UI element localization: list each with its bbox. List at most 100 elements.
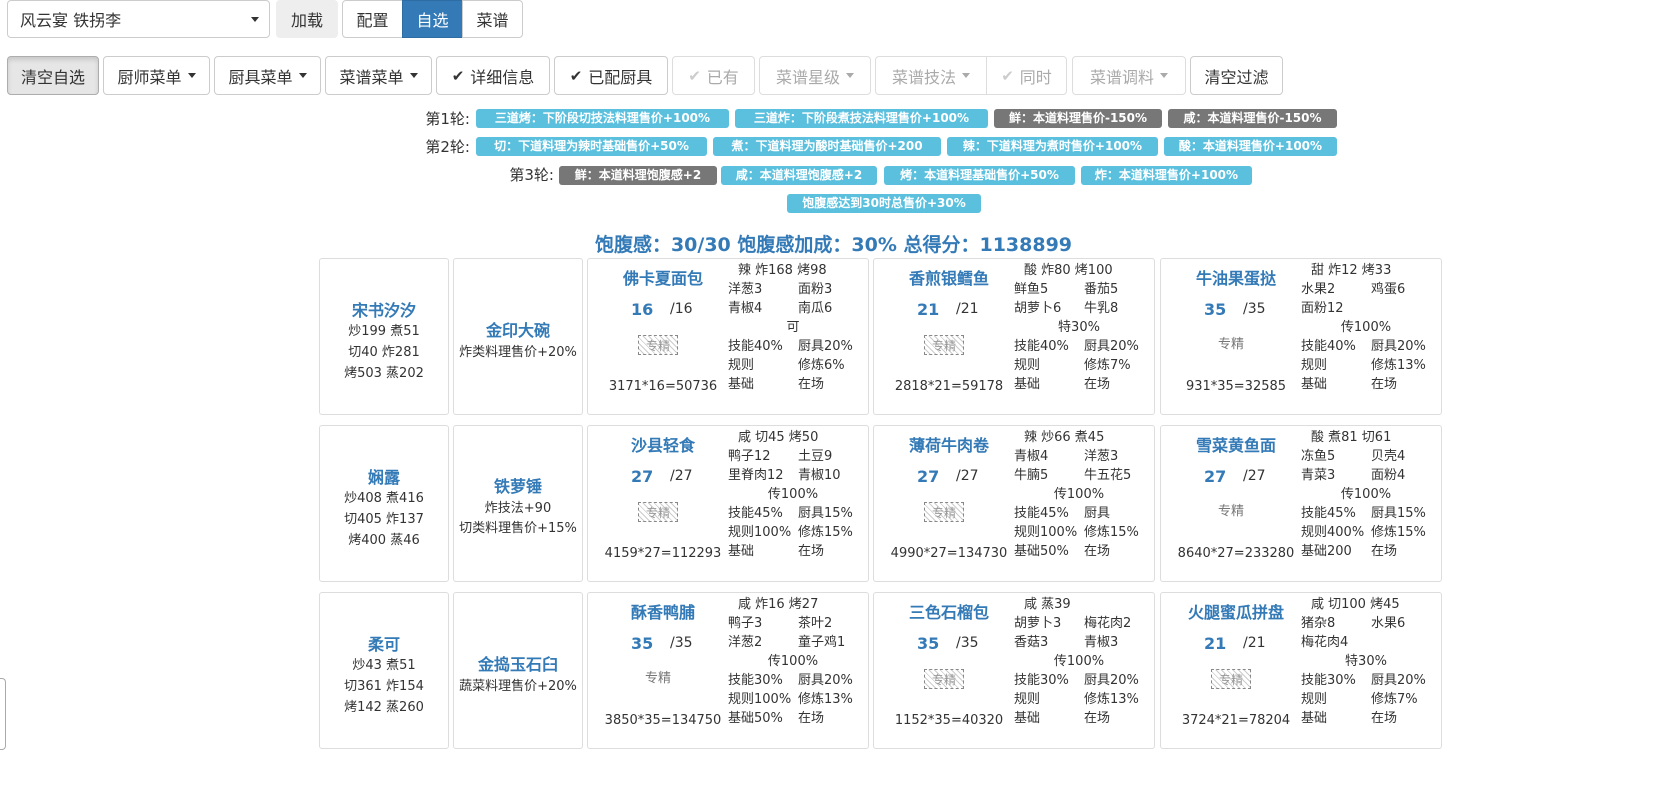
recipe-card[interactable]: 雪菜黄鱼面 27/27 专精 8640*27=233280 酸 煮81 切61 冻鱼5 贝壳…	[1160, 425, 1442, 582]
chef-card[interactable]: 柔可 炒43 煮51 切361 炸154 烤142 蒸260	[319, 592, 449, 749]
tab-selected[interactable]: 自选	[402, 0, 463, 38]
recipe-score-formula: 3171*16=50736	[608, 379, 718, 394]
recipe-specialty-badge: 专精	[924, 669, 964, 689]
recipe-score-formula: 8640*27=233280	[1177, 546, 1295, 561]
chef-name[interactable]: 宋书汐汐	[320, 297, 448, 321]
recipe-max-quantity: /27	[670, 468, 693, 484]
recipe-quantity[interactable]: 27	[1204, 467, 1226, 486]
recipe-stat: 在场	[798, 711, 825, 726]
recipe-name[interactable]: 沙县轻食	[598, 432, 728, 456]
recipe-name[interactable]: 酥香鸭脯	[598, 599, 728, 623]
equip-menu-button[interactable]: 厨具菜单	[214, 56, 321, 95]
recipe-quantity[interactable]: 27	[917, 467, 939, 486]
recipe-stat: 基础	[1301, 711, 1328, 726]
recipe-card[interactable]: 佛卡夏面包 16/16 专精 3171*16=50736 辣 炸168 烤98 洋葱3 面粉…	[587, 258, 869, 415]
clear-selected-label: 清空自选	[20, 67, 85, 87]
recipe-stat: 在场	[798, 544, 825, 559]
chef-name[interactable]: 柔可	[320, 631, 448, 655]
recipe-rank-bonus: 传100%	[1053, 487, 1105, 502]
equip-card[interactable]: 金印大碗 炸类料理售价+20%	[453, 258, 583, 415]
recipe-quantity[interactable]: 35	[631, 634, 653, 653]
equip-name[interactable]: 铁萝锤	[454, 473, 582, 497]
recipe-stat: 规则	[728, 358, 755, 373]
recipe-card[interactable]: 香煎银鳕鱼 21/21 专精 2818*21=59178 酸 炸80 烤100 鲜鱼5 番茄…	[873, 258, 1155, 415]
recipe-condiment-filter[interactable]: 菜谱调料	[1072, 56, 1186, 95]
chef-menu-button[interactable]: 厨师菜单	[103, 56, 210, 95]
chef-skill-line: 炒43 煮51	[352, 658, 416, 673]
owned-toggle[interactable]: ✔ 已有	[672, 56, 755, 95]
recipe-name[interactable]: 雪菜黄鱼面	[1171, 432, 1301, 456]
recipe-quantity[interactable]: 35	[917, 634, 939, 653]
tab-config[interactable]: 配置	[342, 0, 403, 38]
chevron-down-icon	[846, 73, 854, 78]
recipe-card[interactable]: 牛油果蛋挞 35/35 专精 931*35=32585 甜 炸12 烤33 水果2 鸡蛋6 面…	[1160, 258, 1442, 415]
recipe-card[interactable]: 薄荷牛肉卷 27/27 专精 4990*27=134730 辣 炒66 煮45 青椒4 洋葱…	[873, 425, 1155, 582]
recipe-max-quantity: /21	[956, 301, 979, 317]
same-time-toggle[interactable]: ✔ 同时	[986, 56, 1067, 95]
recipe-name[interactable]: 薄荷牛肉卷	[884, 432, 1014, 456]
recipe-flavor-skills: 咸 切45 烤50	[738, 430, 819, 445]
recipe-rank-bonus: 传100%	[767, 487, 819, 502]
recipe-card[interactable]: 火腿蜜瓜拼盘 21/21 专精 3724*21=78204 咸 切100 烤45 猪杂8 水…	[1160, 592, 1442, 749]
recipe-name[interactable]: 牛油果蛋挞	[1171, 265, 1301, 289]
recipe-quantity[interactable]: 21	[917, 300, 939, 319]
recipe-card[interactable]: 三色石榴包 35/35 专精 1152*35=40320 咸 蒸39 胡萝卜3 梅花肉2 香菇…	[873, 592, 1155, 749]
rule-select[interactable]: 风云宴 铁拐李	[7, 0, 270, 38]
scrollbar[interactable]	[0, 678, 6, 750]
equip-name[interactable]: 金印大碗	[454, 317, 582, 341]
recipe-stat: 厨具20%	[798, 673, 853, 688]
recipe-quantity[interactable]: 35	[1204, 300, 1226, 319]
details-toggle[interactable]: ✔ 详细信息	[436, 56, 550, 95]
recipe-menu-button[interactable]: 菜谱菜单	[325, 56, 432, 95]
clear-filter-button[interactable]: 清空过滤	[1190, 56, 1283, 95]
recipe-stat: 厨具20%	[1084, 339, 1139, 354]
recipe-quantity[interactable]: 27	[631, 467, 653, 486]
recipe-skill-filter[interactable]: 菜谱技法	[875, 56, 987, 95]
equip-card[interactable]: 金捣玉石臼蔬菜料理售价+20%	[453, 592, 583, 749]
clear-selected-button[interactable]: 清空自选	[7, 56, 99, 95]
recipe-card[interactable]: 沙县轻食 27/27 专精 4159*27=112293 咸 切45 烤50 鸭子12 土豆…	[587, 425, 869, 582]
chef-card[interactable]: 宋书汐汐 炒199 煮51 切40 炸281 烤503 蒸202	[319, 258, 449, 415]
check-icon: ✔	[1001, 66, 1014, 85]
recipe-stat: 修炼15%	[1371, 525, 1426, 540]
recipe-specialty-badge: 专精	[924, 502, 964, 522]
recipe-name[interactable]: 香煎银鳕鱼	[884, 265, 1014, 289]
recipe-name[interactable]: 三色石榴包	[884, 599, 1014, 623]
equipped-toggle[interactable]: ✔ 已配厨具	[554, 56, 668, 95]
recipe-max-quantity: /21	[1243, 635, 1266, 651]
tab-recipes[interactable]: 菜谱	[462, 0, 523, 38]
equip-effect-line: 蔬菜料理售价+20%	[459, 679, 577, 694]
recipe-ingredient: 洋葱2	[728, 635, 763, 650]
recipe-stat: 规则100%	[728, 525, 792, 540]
recipe-ingredient: 牛五花5	[1084, 468, 1132, 483]
recipe-flavor-skills: 辣 炒66 煮45	[1024, 430, 1105, 445]
recipe-stat: 厨具15%	[798, 506, 853, 521]
recipe-ingredient: 茶叶2	[798, 616, 833, 631]
round-1-tag: 鲜：本道料理售价-150%	[994, 109, 1162, 128]
round-2-tag: 切：下道料理为辣时基础售价+50%	[476, 137, 707, 156]
recipe-stat: 厨具20%	[798, 339, 853, 354]
recipe-ingredient: 面粉3	[798, 282, 833, 297]
recipe-ingredient: 胡萝卜3	[1014, 616, 1062, 631]
recipe-card[interactable]: 酥香鸭脯 35/35 专精 3850*35=134750 咸 炸16 烤27 鸭子3 茶叶2…	[587, 592, 869, 749]
recipe-quantity[interactable]: 21	[1204, 634, 1226, 653]
recipe-name[interactable]: 佛卡夏面包	[598, 265, 728, 289]
chef-menu-label: 厨师菜单	[117, 67, 182, 87]
check-icon: ✔	[569, 66, 583, 85]
recipe-stat: 在场	[1371, 711, 1398, 726]
recipe-ingredient: 土豆9	[798, 449, 833, 464]
recipe-flavor-skills: 酸 煮81 切61	[1311, 430, 1392, 445]
equip-name[interactable]: 金捣玉石臼	[454, 651, 582, 675]
chevron-down-icon	[409, 73, 418, 78]
recipe-quantity[interactable]: 16	[631, 300, 653, 319]
chef-name[interactable]: 娴露	[320, 464, 448, 488]
recipe-star-filter[interactable]: 菜谱星级	[759, 56, 871, 95]
recipe-stat: 基础50%	[1014, 544, 1069, 559]
recipe-name[interactable]: 火腿蜜瓜拼盘	[1171, 599, 1301, 623]
equip-card[interactable]: 铁萝锤 炸技法+90 切类料理售价+15%	[453, 425, 583, 582]
load-button[interactable]: 加载	[276, 0, 338, 38]
score-summary: 饱腹感：30/30 饱腹感加成：30% 总得分：1138899	[594, 234, 1073, 256]
recipe-max-quantity: /35	[956, 635, 979, 651]
recipe-stat: 基础	[1014, 377, 1041, 392]
chef-card[interactable]: 娴露 炒408 煮416 切405 炸137 烤400 蒸46	[319, 425, 449, 582]
